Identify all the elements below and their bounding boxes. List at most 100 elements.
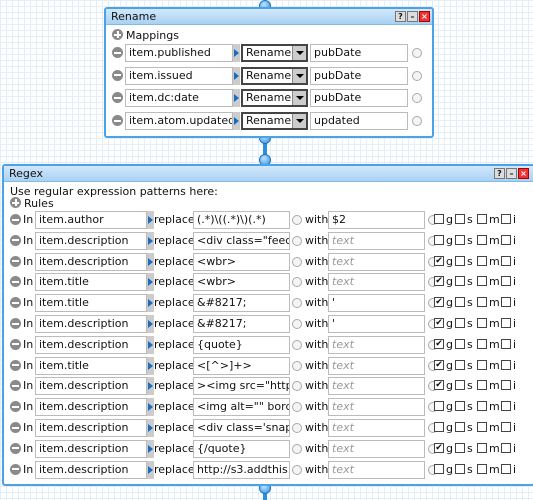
remove-icon[interactable]	[10, 255, 21, 267]
minimize-icon[interactable]: –	[407, 11, 418, 22]
remove-icon[interactable]	[112, 47, 123, 58]
field-input[interactable]: item.title	[35, 273, 147, 292]
flag-s-checkbox[interactable]	[455, 255, 465, 266]
add-mapping[interactable]: Mappings	[112, 29, 179, 43]
with-input[interactable]: text	[328, 273, 425, 292]
flag-m-checkbox[interactable]	[477, 297, 487, 308]
flag-i-checkbox[interactable]	[501, 463, 511, 474]
add-rule[interactable]: Rules	[10, 197, 54, 211]
field-picker-arrow-icon[interactable]	[147, 377, 154, 396]
remove-icon[interactable]	[112, 115, 123, 127]
flag-g-checkbox[interactable]	[434, 463, 444, 474]
pattern-terminal-radio[interactable]	[292, 298, 302, 309]
minimize-icon[interactable]: –	[506, 168, 517, 179]
field-picker-arrow-icon[interactable]	[147, 252, 154, 271]
source-field-input[interactable]: item.issued	[125, 66, 233, 85]
flag-s-checkbox[interactable]	[455, 234, 465, 245]
with-input[interactable]: text	[328, 335, 425, 354]
flag-g-checkbox[interactable]: ✔	[434, 276, 444, 287]
flag-m-checkbox[interactable]	[477, 338, 487, 349]
with-input[interactable]: '	[328, 294, 425, 313]
field-picker-arrow-icon[interactable]	[147, 315, 154, 333]
field-picker-arrow-icon[interactable]	[233, 66, 240, 85]
chevron-down-icon[interactable]	[292, 46, 306, 60]
flag-m-checkbox[interactable]	[477, 380, 487, 391]
flag-i-checkbox[interactable]	[501, 276, 511, 287]
flag-g-checkbox[interactable]	[434, 214, 444, 224]
pattern-input[interactable]: <div class="feedfla	[193, 231, 290, 250]
remove-icon[interactable]	[112, 92, 123, 104]
remove-icon[interactable]	[10, 401, 21, 413]
plus-icon[interactable]	[10, 197, 21, 208]
field-picker-arrow-icon[interactable]	[147, 335, 154, 354]
flag-m-checkbox[interactable]	[477, 463, 487, 474]
pattern-input[interactable]: {quote}	[193, 335, 290, 354]
flag-m-checkbox[interactable]	[477, 318, 487, 328]
source-field-input[interactable]: item.published	[125, 44, 233, 62]
flag-i-checkbox[interactable]	[501, 255, 511, 266]
flag-g-checkbox[interactable]	[434, 234, 444, 245]
flag-i-checkbox[interactable]	[501, 214, 511, 224]
flag-g-checkbox[interactable]: ✔	[434, 255, 444, 266]
pattern-terminal-radio[interactable]	[292, 402, 302, 413]
target-field-input[interactable]: updated	[310, 112, 408, 131]
target-field-input[interactable]: pubDate	[310, 66, 408, 85]
flag-m-checkbox[interactable]	[477, 359, 487, 370]
flag-i-checkbox[interactable]	[501, 442, 511, 453]
flag-s-checkbox[interactable]	[455, 380, 465, 391]
field-input[interactable]: item.description	[35, 252, 147, 271]
help-icon[interactable]: ?	[395, 11, 406, 22]
field-input[interactable]: item.title	[35, 294, 147, 313]
flag-s-checkbox[interactable]	[455, 422, 465, 432]
field-input[interactable]: item.title	[35, 356, 147, 375]
flag-g-checkbox[interactable]: ✔	[434, 297, 444, 308]
pattern-input[interactable]: <[^>]+>	[193, 356, 290, 375]
remove-icon[interactable]	[10, 214, 21, 225]
flag-g-checkbox[interactable]: ✔	[434, 380, 444, 391]
flag-m-checkbox[interactable]	[477, 401, 487, 412]
flag-s-checkbox[interactable]	[455, 442, 465, 453]
terminal-radio[interactable]	[412, 93, 422, 104]
pattern-terminal-radio[interactable]	[292, 464, 302, 475]
field-picker-arrow-icon[interactable]	[147, 294, 154, 313]
flag-g-checkbox[interactable]: ✔	[434, 442, 444, 453]
flag-g-checkbox[interactable]: ✔	[434, 338, 444, 349]
field-picker-arrow-icon[interactable]	[147, 211, 154, 229]
flag-m-checkbox[interactable]	[477, 214, 487, 224]
flag-g-checkbox[interactable]: ✔	[434, 359, 444, 370]
with-input[interactable]: $2	[328, 211, 425, 229]
chevron-down-icon[interactable]	[292, 68, 306, 83]
field-picker-arrow-icon[interactable]	[233, 112, 240, 131]
pattern-terminal-radio[interactable]	[292, 235, 302, 246]
pattern-input[interactable]: &#8217;	[193, 294, 290, 313]
field-input[interactable]: item.description	[35, 439, 147, 458]
with-input[interactable]: text	[328, 398, 425, 417]
pattern-terminal-radio[interactable]	[292, 423, 302, 433]
field-input[interactable]: item.description	[35, 398, 147, 417]
pattern-terminal-radio[interactable]	[292, 277, 302, 288]
pattern-input[interactable]: &#8217;	[193, 315, 290, 333]
field-input[interactable]: item.description	[35, 419, 147, 437]
pattern-input[interactable]: ><img src="http://fe	[193, 377, 290, 396]
flag-m-checkbox[interactable]	[477, 276, 487, 287]
operation-select[interactable]: Rename	[241, 44, 308, 62]
field-picker-arrow-icon[interactable]	[233, 44, 240, 62]
remove-icon[interactable]	[10, 297, 21, 309]
target-field-input[interactable]: pubDate	[310, 44, 408, 62]
flag-s-checkbox[interactable]	[455, 318, 465, 328]
flag-g-checkbox[interactable]	[434, 422, 444, 432]
flag-m-checkbox[interactable]	[477, 442, 487, 453]
remove-icon[interactable]	[10, 380, 21, 392]
field-picker-arrow-icon[interactable]	[147, 273, 154, 292]
remove-icon[interactable]	[10, 359, 21, 371]
flag-g-checkbox[interactable]: ✔	[434, 318, 444, 328]
terminal-radio[interactable]	[412, 70, 422, 81]
field-input[interactable]: item.author	[35, 211, 147, 229]
plus-icon[interactable]	[112, 29, 123, 40]
rename-title-bar[interactable]: Rename ? – ×	[106, 9, 432, 25]
pattern-terminal-radio[interactable]	[292, 319, 302, 329]
close-icon[interactable]: ×	[518, 168, 529, 179]
pattern-input[interactable]: <wbr>	[193, 252, 290, 271]
remove-icon[interactable]	[10, 318, 21, 329]
flag-i-checkbox[interactable]	[501, 380, 511, 391]
